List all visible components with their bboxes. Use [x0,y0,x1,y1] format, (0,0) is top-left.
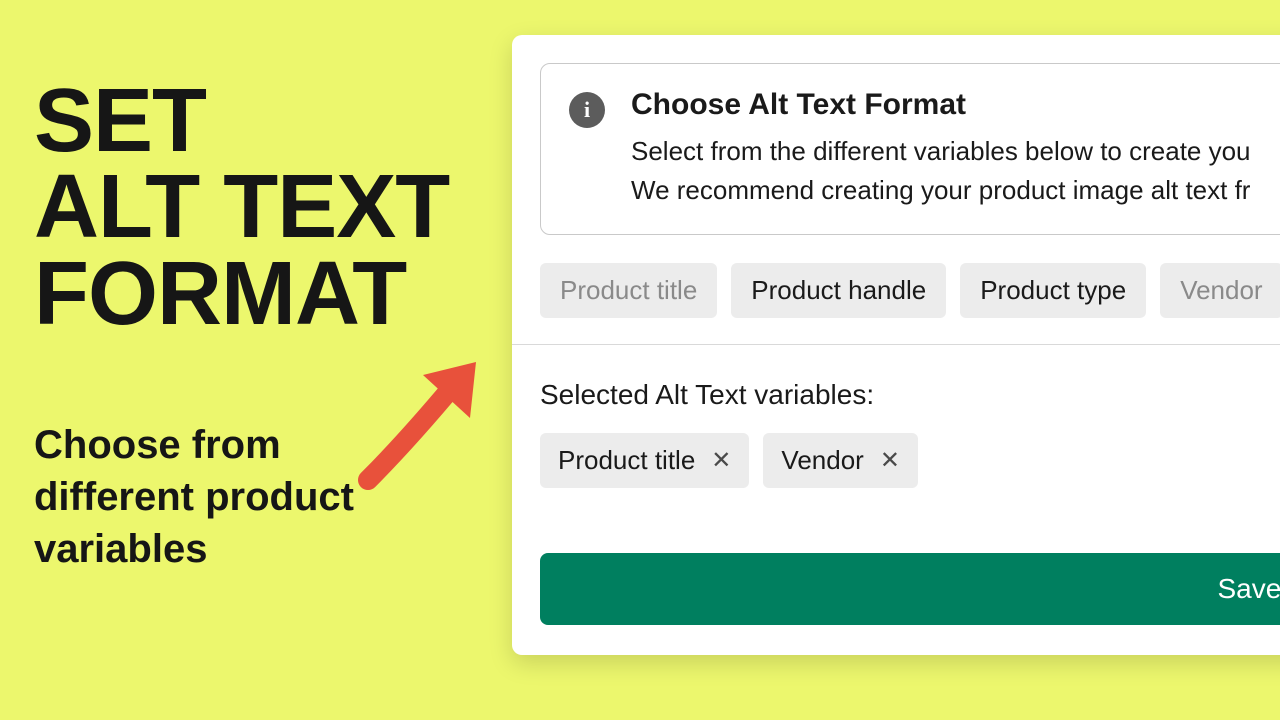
settings-panel: i Choose Alt Text Format Select from the… [512,35,1280,655]
promo-subhead: Choose from different product variables [34,419,414,575]
info-title: Choose Alt Text Format [631,88,1251,122]
divider [512,344,1280,345]
promo-left-column: SET ALT TEXT FORMAT Choose from differen… [34,78,494,575]
info-description-line1: Select from the different variables belo… [631,132,1251,171]
close-icon[interactable]: ✕ [880,449,900,473]
selected-chip-vendor: Vendor ✕ [763,433,918,488]
promo-headline-line2: ALT TEXT [34,164,494,250]
selected-variables-label: Selected Alt Text variables: [540,379,1280,411]
save-and-preview-button[interactable]: Save & preview [540,553,1280,625]
selected-chip-label: Product title [558,445,695,476]
promo-headline-line3: FORMAT [34,251,494,337]
info-text: Choose Alt Text Format Select from the d… [631,88,1251,210]
info-description-line2: We recommend creating your product image… [631,171,1251,210]
selected-variables-row: Product title ✕ Vendor ✕ [540,433,1280,488]
promo-headline: SET ALT TEXT FORMAT [34,78,494,337]
chip-product-type[interactable]: Product type [960,263,1146,318]
promo-headline-line1: SET [34,78,494,164]
info-banner: i Choose Alt Text Format Select from the… [540,63,1280,235]
chip-product-handle[interactable]: Product handle [731,263,946,318]
selected-chip-product-title: Product title ✕ [540,433,749,488]
chip-product-title[interactable]: Product title [540,263,717,318]
selected-chip-label: Vendor [781,445,863,476]
save-button-label: Save & preview [1217,573,1280,605]
close-icon[interactable]: ✕ [711,449,731,473]
info-icon: i [569,92,605,128]
chip-vendor[interactable]: Vendor [1160,263,1280,318]
variable-chip-row: Product title Product handle Product typ… [540,263,1280,318]
